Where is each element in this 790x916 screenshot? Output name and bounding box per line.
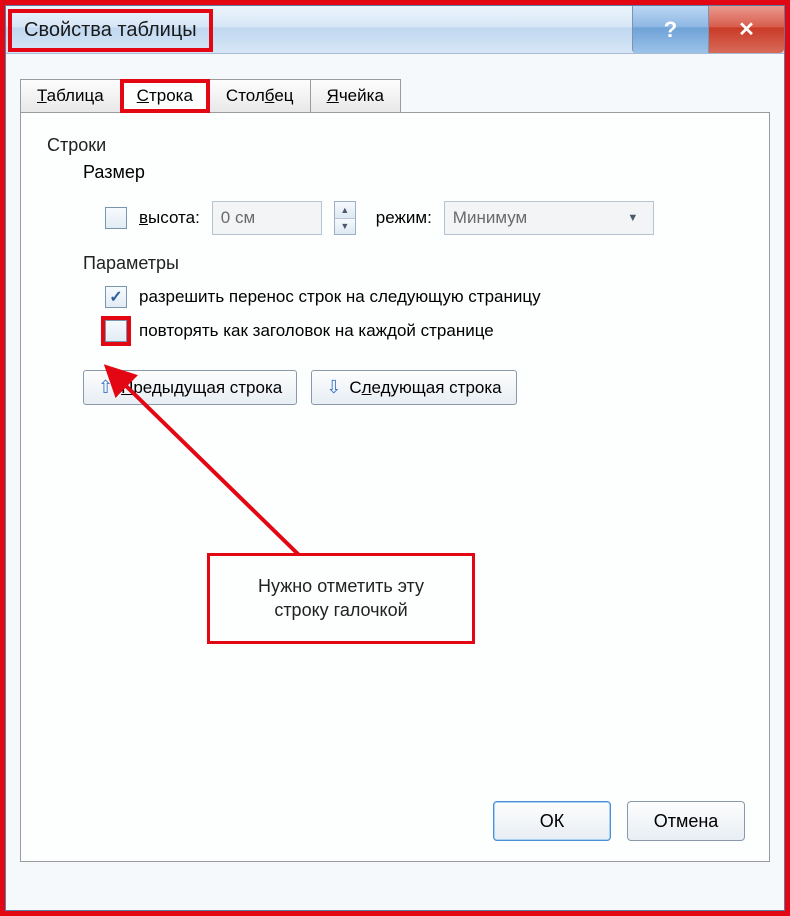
allow-break-row: разрешить перенос строк на следующую стр… (105, 286, 743, 308)
rh-pre: повторять как (139, 321, 253, 340)
tab-column-post: ец (274, 86, 293, 105)
tab-cell-underline: Я (327, 86, 339, 105)
params-label: Параметры (83, 253, 743, 274)
nr-u: л (362, 378, 372, 397)
table-properties-dialog: Свойства таблицы ? ✕ Таблица Строка Стол… (5, 5, 785, 911)
prev-row-label: Предыдущая строка (121, 378, 282, 398)
tab-table-underline: Т (37, 86, 47, 105)
pr-rest: редыдущая строка (133, 378, 282, 397)
params-section: Параметры разрешить перенос строк на сле… (83, 253, 743, 342)
close-button[interactable]: ✕ (708, 6, 784, 53)
mode-value: Минимум (453, 208, 527, 228)
rows-group-label: Строки (47, 135, 743, 156)
nr-post: едующая строка (372, 378, 502, 397)
nr-pre: С (349, 378, 361, 397)
tab-cell[interactable]: Ячейка (310, 79, 401, 113)
rh-post: аголовок на каждой странице (260, 321, 493, 340)
tab-table-rest: аблица (47, 86, 104, 105)
chevron-down-icon: ▼ (621, 202, 645, 234)
titlebar: Свойства таблицы ? ✕ (6, 6, 784, 54)
next-row-button[interactable]: ⇩ Следующая строка (311, 370, 516, 405)
repeat-header-checkbox[interactable] (105, 320, 127, 342)
arrow-up-icon: ⇧ (98, 377, 113, 398)
cancel-label: Отмена (654, 811, 719, 832)
window-controls: ? ✕ (632, 6, 784, 53)
annotation-line2: строку галочкой (226, 598, 456, 622)
close-icon: ✕ (738, 17, 755, 42)
next-row-label: Следующая строка (349, 378, 501, 398)
height-checkbox[interactable] (105, 207, 127, 229)
tab-cell-rest: чейка (339, 86, 384, 105)
help-icon: ? (664, 17, 677, 43)
prev-row-button[interactable]: ⇧ Предыдущая строка (83, 370, 297, 405)
size-label: Размер (83, 162, 743, 183)
pr-u: П (121, 378, 133, 397)
size-row: высота: ▲ ▼ режим: Минимум ▼ (105, 201, 743, 235)
annotation-line1: Нужно отметить эту (226, 574, 456, 598)
tab-panel-row: Строки Размер высота: ▲ ▼ режим: Минимум… (20, 112, 770, 862)
allow-break-label: разрешить перенос строк на следующую стр… (139, 287, 541, 307)
height-u: в (139, 208, 148, 227)
ok-button[interactable]: ОК (493, 801, 611, 841)
mode-combo[interactable]: Минимум ▼ (444, 201, 654, 235)
height-label: высота: (139, 208, 200, 228)
tab-column-pre: Стол (226, 86, 265, 105)
annotation-callout: Нужно отметить эту строку галочкой (207, 553, 475, 644)
height-spinner: ▲ ▼ (334, 201, 356, 235)
mode-label: режим: (376, 208, 432, 228)
dialog-title: Свойства таблицы (8, 9, 213, 52)
tab-column[interactable]: Столбец (209, 79, 311, 113)
tab-row[interactable]: Строка (120, 79, 210, 113)
height-rest: ысота: (148, 208, 200, 227)
cancel-button[interactable]: Отмена (627, 801, 745, 841)
dialog-body: Таблица Строка Столбец Ячейка Строки Раз… (6, 54, 784, 910)
help-button[interactable]: ? (632, 6, 708, 53)
tab-row-rest: трока (149, 86, 193, 105)
spinner-down[interactable]: ▼ (335, 219, 355, 235)
ok-label: ОК (540, 811, 565, 832)
allow-break-checkbox[interactable] (105, 286, 127, 308)
tab-row-underline: С (137, 86, 149, 105)
tab-bar: Таблица Строка Столбец Ячейка (20, 78, 770, 112)
nav-row: ⇧ Предыдущая строка ⇩ Следующая строка (83, 370, 743, 405)
dialog-buttons: ОК Отмена (493, 801, 745, 841)
spinner-up[interactable]: ▲ (335, 202, 355, 219)
repeat-header-label: повторять как заголовок на каждой страни… (139, 321, 494, 341)
tab-column-underline: б (265, 86, 275, 105)
repeat-header-row: повторять как заголовок на каждой страни… (105, 320, 743, 342)
height-input[interactable] (212, 201, 322, 235)
arrow-down-icon: ⇩ (326, 377, 341, 398)
tab-table[interactable]: Таблица (20, 79, 121, 113)
